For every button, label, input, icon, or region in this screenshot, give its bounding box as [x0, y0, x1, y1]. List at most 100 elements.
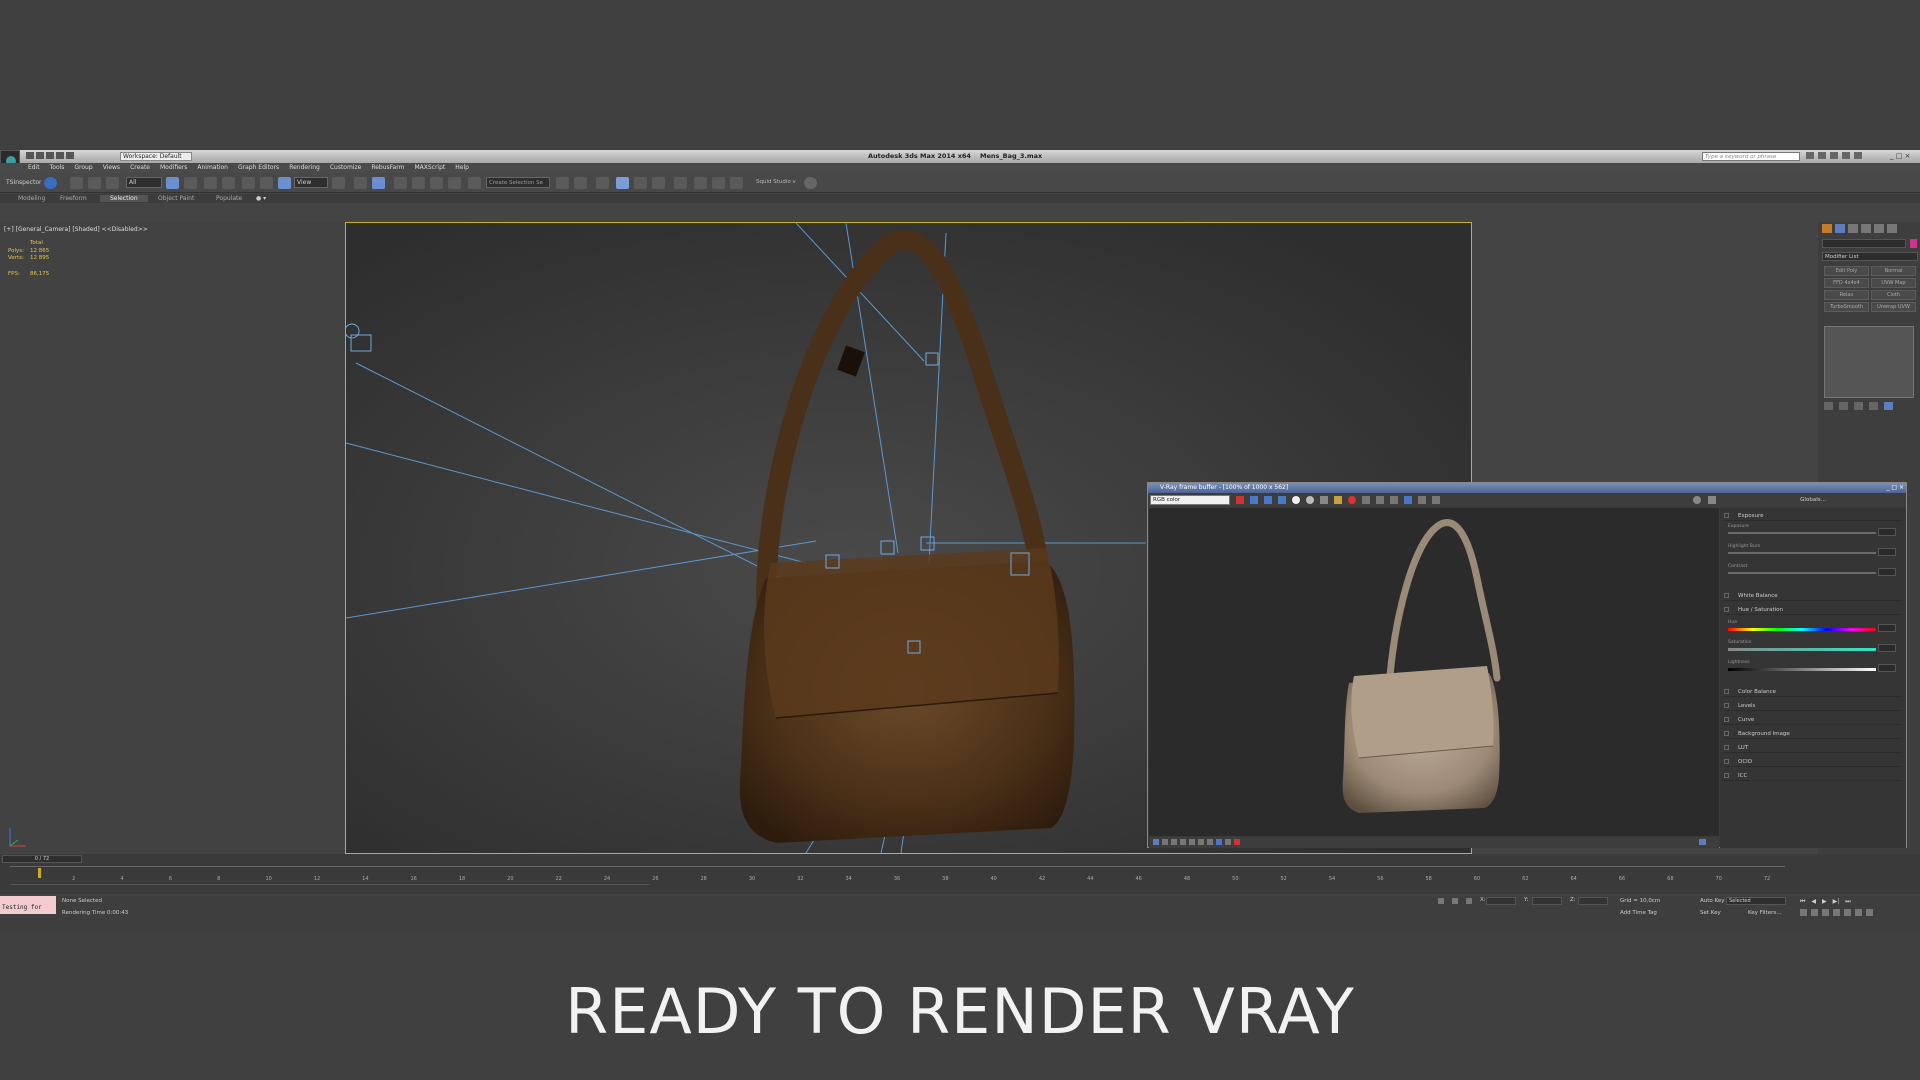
- menu-rendering[interactable]: Rendering: [289, 164, 320, 171]
- z-coord-field[interactable]: [1578, 897, 1608, 905]
- vfb-close-icon[interactable]: ×: [1899, 484, 1904, 491]
- zoom-extents-icon[interactable]: [1822, 909, 1829, 916]
- motion-tab-icon[interactable]: [1861, 224, 1871, 233]
- y-coord-field[interactable]: [1532, 897, 1562, 905]
- configure-sets-icon[interactable]: [1884, 402, 1893, 410]
- bind-spacewarp-icon[interactable]: [106, 177, 119, 189]
- contrast-value[interactable]: [1878, 568, 1896, 576]
- load-image-icon[interactable]: [1334, 496, 1342, 504]
- uvw-map-button[interactable]: UVW Map: [1871, 278, 1916, 288]
- redo-icon[interactable]: [66, 152, 74, 159]
- duplicate-icon[interactable]: [1362, 496, 1370, 504]
- pixel-info-icon[interactable]: [1180, 839, 1186, 845]
- modifier-list-dropdown[interactable]: Modifier List: [1822, 252, 1918, 261]
- save-image-icon[interactable]: [1320, 496, 1328, 504]
- hue-value[interactable]: [1878, 624, 1896, 632]
- zoom-all-icon[interactable]: [1811, 909, 1818, 916]
- x-coord-field[interactable]: [1486, 897, 1516, 905]
- hue-saturation-row[interactable]: Hue / Saturation: [1724, 605, 1902, 615]
- absolute-mode-icon[interactable]: [1466, 898, 1472, 904]
- squid-studio-label[interactable]: Squid Studio v: [756, 179, 796, 185]
- vfb-maximize-icon[interactable]: □: [1891, 484, 1897, 491]
- background-image-checkbox[interactable]: [1724, 731, 1729, 736]
- menu-tools[interactable]: Tools: [50, 164, 65, 171]
- saturation-slider[interactable]: [1728, 648, 1876, 651]
- exposure-slider[interactable]: [1728, 532, 1876, 534]
- new-file-icon[interactable]: [26, 152, 34, 159]
- select-manipulate-icon[interactable]: [354, 177, 367, 189]
- squid-studio-icon[interactable]: [804, 177, 817, 189]
- menu-graph-editors[interactable]: Graph Editors: [238, 164, 279, 171]
- rotate-icon[interactable]: [260, 177, 273, 189]
- exposure-row[interactable]: Exposure: [1724, 511, 1902, 521]
- remove-modifier-icon[interactable]: [1869, 402, 1878, 410]
- lightness-value[interactable]: [1878, 664, 1896, 672]
- saturation-value[interactable]: [1878, 644, 1896, 652]
- maximize-viewport-icon[interactable]: [1866, 909, 1873, 916]
- hue-slider[interactable]: [1728, 628, 1876, 631]
- align-icon[interactable]: [574, 177, 587, 189]
- vfb-minimize-icon[interactable]: _: [1886, 484, 1889, 491]
- communication-icon[interactable]: [1830, 152, 1838, 159]
- edit-named-selection-icon[interactable]: [468, 177, 481, 189]
- compare-icon[interactable]: [1693, 496, 1701, 504]
- color-balance-row[interactable]: Color Balance: [1724, 687, 1902, 697]
- show-end-result-icon[interactable]: [1839, 402, 1848, 410]
- mirror-icon[interactable]: [556, 177, 569, 189]
- rendered-image[interactable]: [1149, 508, 1719, 836]
- menu-create[interactable]: Create: [130, 164, 150, 171]
- display-tab-icon[interactable]: [1874, 224, 1884, 233]
- menu-rebusfarm[interactable]: RebusFarm: [371, 164, 404, 171]
- unlink-icon[interactable]: [88, 177, 101, 189]
- time-cursor[interactable]: [38, 868, 41, 878]
- maximize-icon[interactable]: □: [1896, 152, 1903, 160]
- ribbon-toggle-icon[interactable]: ● ▾: [256, 195, 266, 202]
- unwrap-uvw-button[interactable]: Unwrap UVW: [1871, 302, 1916, 312]
- utilities-tab-icon[interactable]: [1887, 224, 1897, 233]
- exposure-checkbox[interactable]: [1724, 513, 1729, 518]
- curve-icon[interactable]: [1198, 839, 1204, 845]
- play-icon[interactable]: ▶: [1822, 898, 1827, 905]
- favorites-icon[interactable]: [1842, 152, 1850, 159]
- tab-modeling[interactable]: Modeling: [18, 195, 45, 202]
- orbit-icon[interactable]: [1855, 909, 1862, 916]
- edit-poly-button[interactable]: Edit Poly: [1824, 266, 1869, 276]
- go-to-start-icon[interactable]: ⏮: [1800, 898, 1805, 905]
- select-object-icon[interactable]: [166, 177, 179, 189]
- relax-button[interactable]: Relax: [1824, 290, 1869, 300]
- stamp-icon[interactable]: [1171, 839, 1177, 845]
- link-to-vfb-icon[interactable]: [1418, 496, 1426, 504]
- menu-animation[interactable]: Animation: [197, 164, 228, 171]
- srgb-icon[interactable]: [1216, 839, 1222, 845]
- white-balance-checkbox[interactable]: [1724, 593, 1729, 598]
- contrast-slider[interactable]: [1728, 572, 1876, 574]
- red-channel-icon[interactable]: [1250, 496, 1258, 504]
- create-tab-icon[interactable]: [1822, 224, 1832, 233]
- channel-dropdown[interactable]: RGB color: [1150, 495, 1230, 505]
- lut-row[interactable]: LUT: [1724, 743, 1902, 753]
- background-image-row[interactable]: Background Image: [1724, 729, 1902, 739]
- close-icon[interactable]: ×: [1905, 152, 1911, 160]
- lut-icon[interactable]: [1225, 839, 1231, 845]
- clear-image-icon[interactable]: [1348, 496, 1356, 504]
- window-crossing-icon[interactable]: [222, 177, 235, 189]
- key-filters-button[interactable]: Key Filters...: [1748, 910, 1781, 916]
- ffd-button[interactable]: FFD 4x4x4: [1824, 278, 1869, 288]
- levels-icon[interactable]: [1189, 839, 1195, 845]
- ocio-icon[interactable]: [1234, 839, 1240, 845]
- pivot-center-icon[interactable]: [332, 177, 345, 189]
- selection-filter-dropdown[interactable]: All: [126, 177, 162, 188]
- add-time-tag[interactable]: Add Time Tag: [1620, 910, 1657, 916]
- normal-button[interactable]: Normal: [1871, 266, 1916, 276]
- keyboard-shortcut-override-icon[interactable]: [372, 177, 385, 189]
- viewport-label[interactable]: [+] [General_Camera] [Shaded] <<Disabled…: [4, 226, 148, 233]
- move-icon[interactable]: [242, 177, 255, 189]
- subscription-icon[interactable]: [1818, 152, 1826, 159]
- angle-snap-icon[interactable]: [412, 177, 425, 189]
- region-render-icon[interactable]: [1390, 496, 1398, 504]
- select-by-name-icon[interactable]: [184, 177, 197, 189]
- scale-icon[interactable]: [278, 177, 291, 189]
- ocio-row[interactable]: OCIO: [1724, 757, 1902, 767]
- key-track[interactable]: [10, 884, 650, 892]
- undo-icon[interactable]: [56, 152, 64, 159]
